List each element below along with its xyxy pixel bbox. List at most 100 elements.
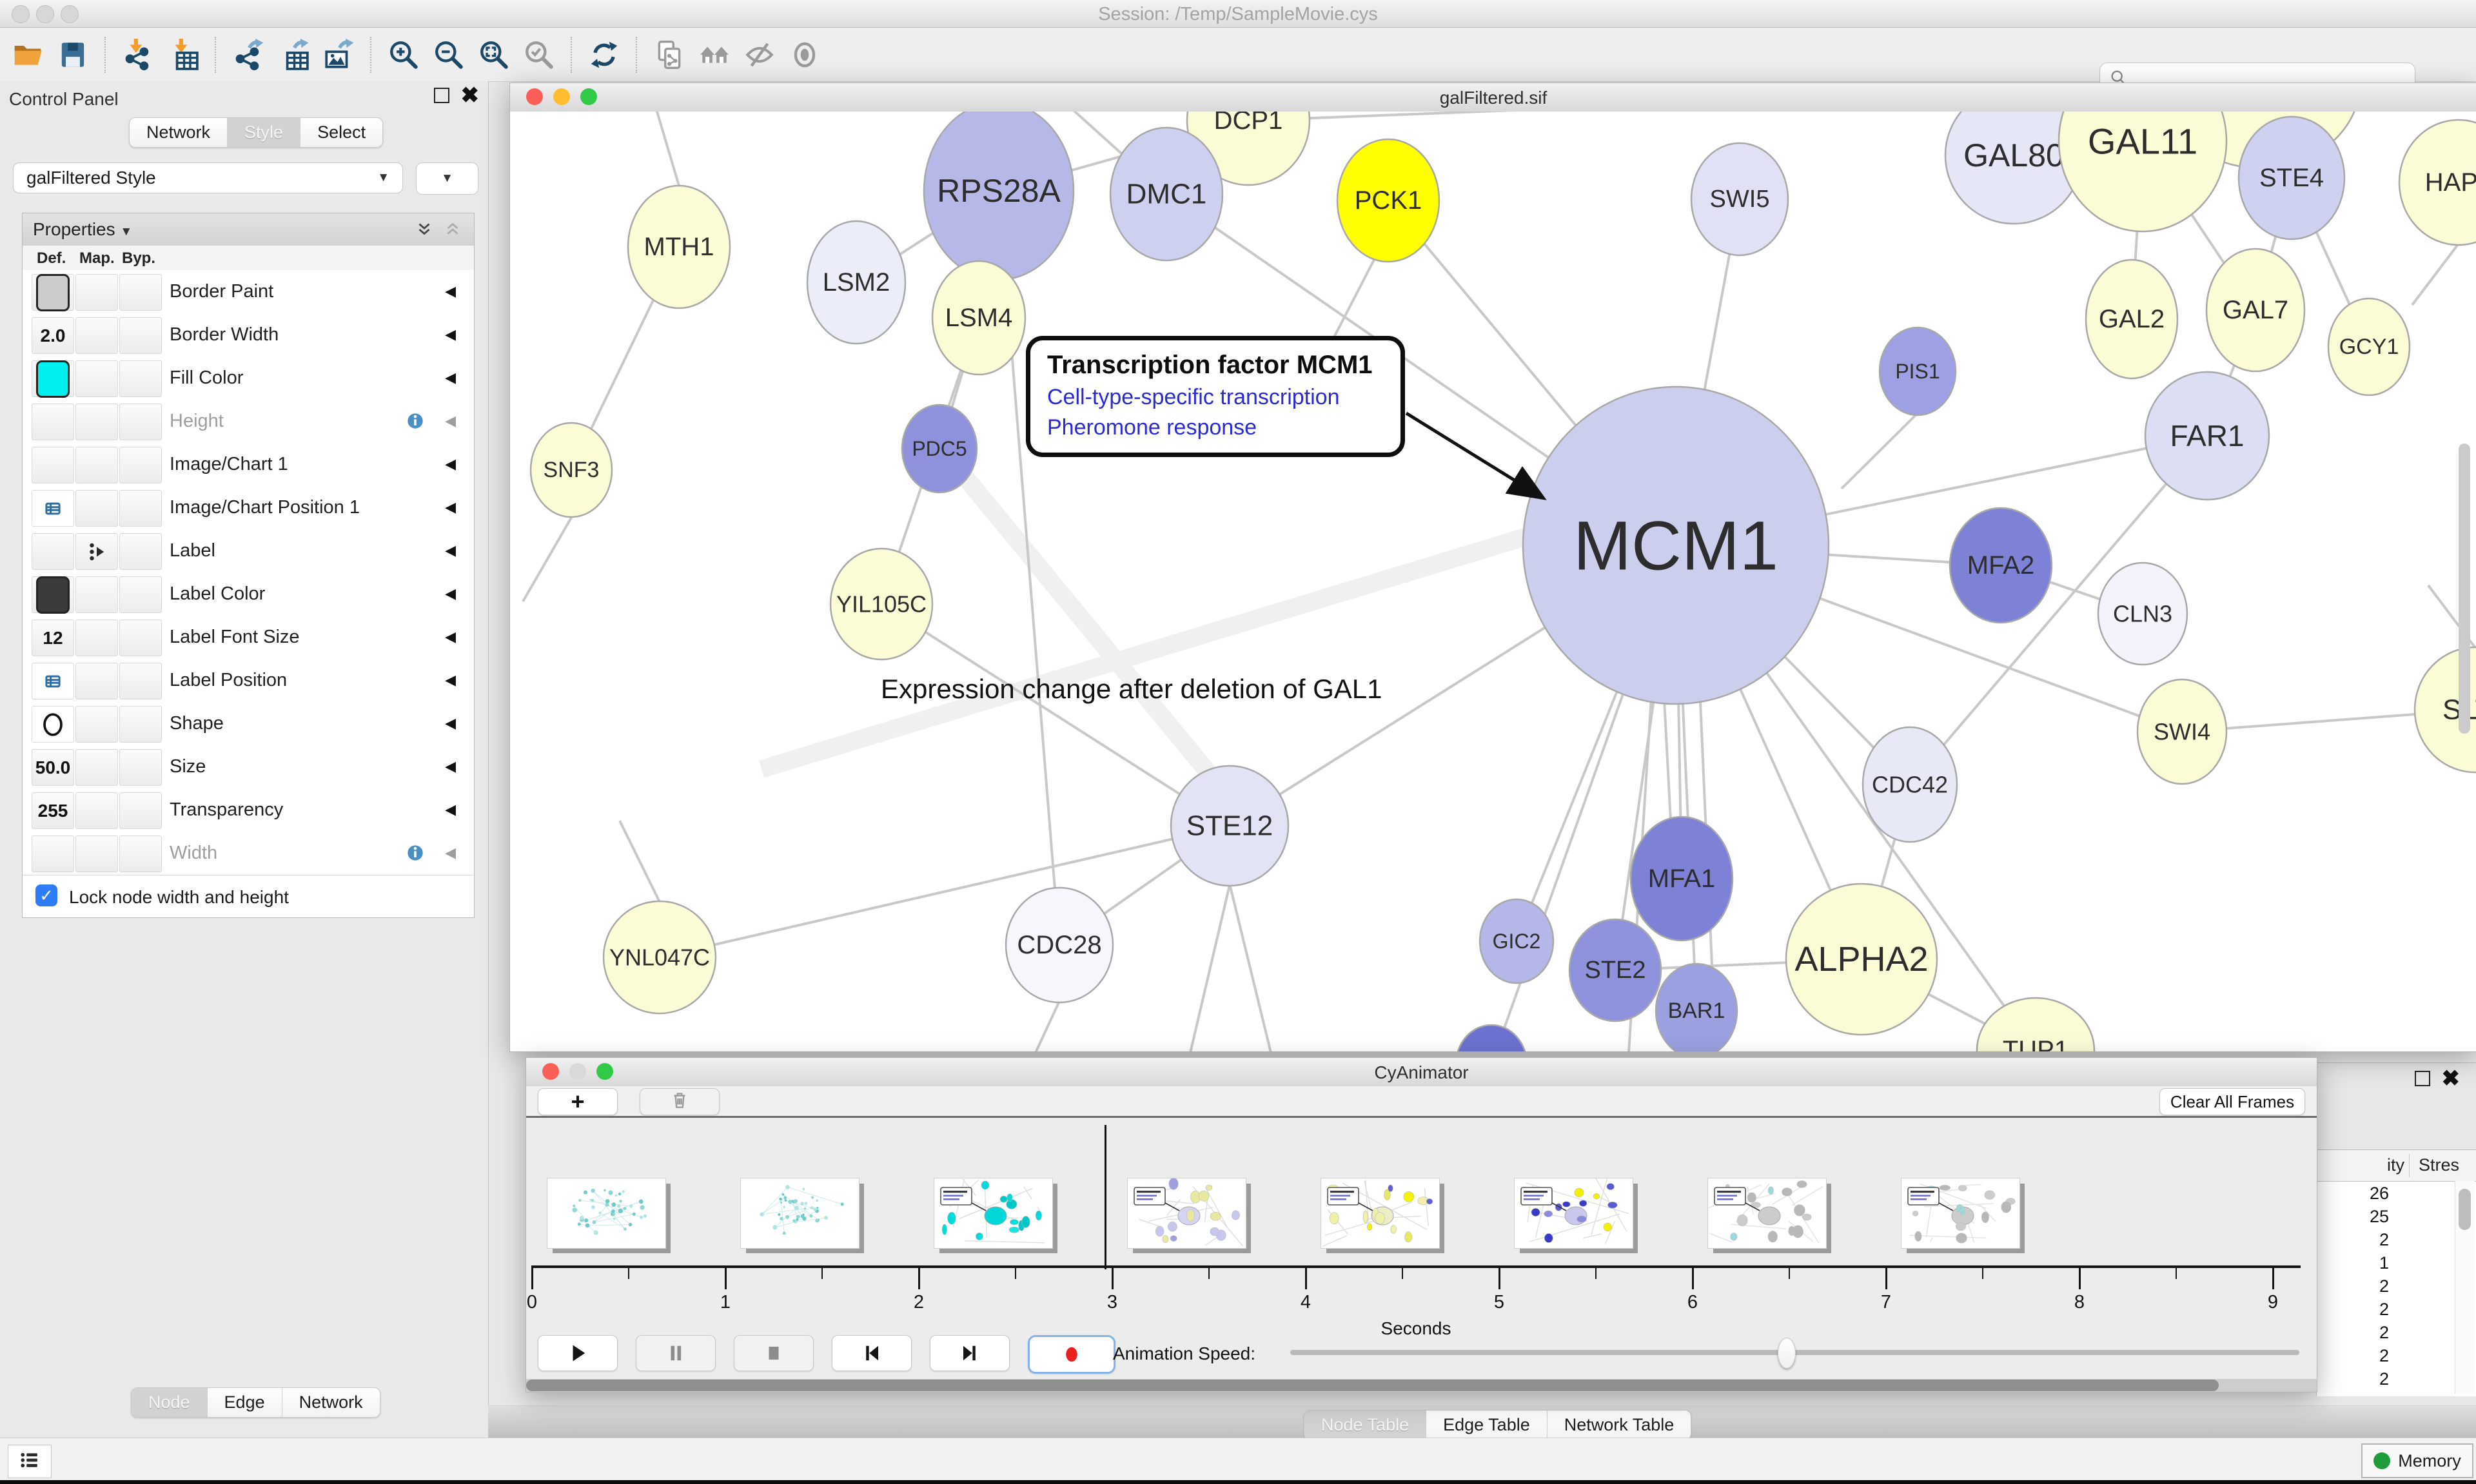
network-node-purpbot[interactable] [1456, 1025, 1527, 1051]
first-neighbors-icon[interactable] [694, 36, 734, 73]
bypass-cell[interactable] [119, 620, 162, 656]
bypass-cell[interactable] [119, 317, 162, 354]
info-icon[interactable] [404, 842, 426, 867]
tab-style[interactable]: Style [228, 118, 300, 147]
mapping-cell[interactable] [75, 663, 118, 699]
stop-button[interactable] [734, 1335, 814, 1371]
lock-size-checkbox[interactable]: ✓ [35, 884, 57, 906]
timeline-frame-4[interactable] [1321, 1178, 1440, 1249]
mapping-cell[interactable] [75, 404, 118, 440]
bypass-cell[interactable] [119, 274, 162, 311]
results-row[interactable]: 2 [2317, 1229, 2452, 1252]
default-value-cell[interactable] [32, 490, 74, 527]
annotation-link[interactable]: Pheromone response [1047, 415, 1400, 440]
network-edge[interactable] [620, 821, 660, 902]
export-network-icon[interactable] [228, 36, 268, 73]
default-value-cell[interactable] [32, 404, 74, 440]
play-button[interactable] [538, 1335, 618, 1371]
default-value-cell[interactable] [32, 360, 74, 397]
memory-button[interactable]: Memory [2361, 1443, 2473, 1478]
expand-row-icon[interactable]: ◀ [445, 629, 456, 645]
canvas-scrollbar[interactable] [2459, 444, 2470, 734]
network-edge[interactable] [1842, 413, 1918, 489]
pause-button[interactable] [636, 1335, 716, 1371]
timeline[interactable]: 0123456789 Seconds [526, 1118, 2317, 1335]
skip-to-start-button[interactable] [832, 1335, 912, 1371]
annotation-box[interactable]: Transcription factor MCM1 Cell-type-spec… [1026, 336, 1405, 457]
timeline-frame-5[interactable] [1514, 1178, 1633, 1249]
network-edge[interactable] [523, 518, 571, 601]
bypass-cell[interactable] [119, 792, 162, 829]
expand-row-icon[interactable]: ◀ [445, 715, 456, 732]
expand-row-icon[interactable]: ◀ [445, 413, 456, 429]
network-window-titlebar[interactable]: galFiltered.sif [510, 83, 2476, 112]
bypass-cell[interactable] [119, 835, 162, 872]
results-row[interactable]: 1 [2317, 1252, 2452, 1275]
task-history-button[interactable] [8, 1445, 52, 1478]
network-edge[interactable] [1230, 884, 1271, 1051]
expand-row-icon[interactable]: ◀ [445, 456, 456, 473]
zoom-out-icon[interactable] [429, 36, 469, 73]
bypass-cell[interactable] [119, 447, 162, 483]
results-row[interactable]: 2 [2317, 1275, 2452, 1298]
tab-node-table[interactable]: Node Table [1304, 1411, 1426, 1440]
default-value-cell[interactable]: 12 [32, 620, 74, 656]
expand-row-icon[interactable]: ◀ [445, 585, 456, 602]
bypass-cell[interactable] [119, 490, 162, 527]
show-all-icon[interactable] [785, 36, 825, 73]
network-canvas[interactable]: DCP1RPS28ADMC1PCK1SWI5GAL80GAL11STE4HAP2… [510, 112, 2476, 1051]
delete-frame-button[interactable] [640, 1088, 720, 1115]
default-value-cell[interactable] [32, 447, 74, 483]
expand-all-icon[interactable] [415, 220, 434, 242]
bypass-cell[interactable] [119, 533, 162, 570]
close-panel-icon[interactable]: ✖ [461, 89, 480, 102]
expand-row-icon[interactable]: ◀ [445, 283, 456, 300]
bypass-cell[interactable] [119, 576, 162, 613]
expand-row-icon[interactable]: ◀ [445, 801, 456, 818]
default-value-cell[interactable] [32, 576, 74, 613]
mapping-cell[interactable] [75, 317, 118, 354]
network-edge[interactable] [660, 826, 1230, 957]
expand-row-icon[interactable]: ◀ [445, 542, 456, 559]
expand-row-icon[interactable]: ◀ [445, 672, 456, 688]
mapping-cell[interactable] [75, 360, 118, 397]
add-frame-button[interactable]: + [538, 1088, 618, 1115]
bypass-cell[interactable] [119, 360, 162, 397]
mapping-cell[interactable] [75, 749, 118, 786]
results-row[interactable]: 26 [2317, 1182, 2452, 1206]
default-value-cell[interactable]: 50.0 [32, 749, 74, 786]
zoom-in-icon[interactable] [384, 36, 424, 73]
results-row[interactable]: 2 [2317, 1298, 2452, 1322]
timeline-frame-7[interactable] [1901, 1178, 2020, 1249]
export-table-icon[interactable] [273, 36, 313, 73]
import-network-icon[interactable] [118, 36, 158, 73]
tab-edge-table[interactable]: Edge Table [1426, 1411, 1548, 1440]
default-value-cell[interactable]: 255 [32, 792, 74, 829]
record-button[interactable] [1028, 1335, 1115, 1374]
timeline-frame-0[interactable] [547, 1178, 666, 1249]
mapping-cell[interactable] [75, 533, 118, 570]
float-panel-icon[interactable] [434, 88, 449, 103]
tab-select[interactable]: Select [300, 118, 382, 147]
expand-row-icon[interactable]: ◀ [445, 845, 456, 861]
timeline-frame-2[interactable] [934, 1178, 1053, 1249]
slider-thumb[interactable] [1778, 1338, 1796, 1369]
mapping-cell[interactable] [75, 576, 118, 613]
clone-network-icon[interactable] [649, 36, 689, 73]
clear-all-frames-button[interactable]: Clear All Frames [2159, 1088, 2305, 1115]
tab-network[interactable]: Network [282, 1388, 380, 1417]
bypass-cell[interactable] [119, 404, 162, 440]
results-row[interactable]: 2 [2317, 1345, 2452, 1368]
expand-row-icon[interactable]: ◀ [445, 499, 456, 516]
results-row[interactable]: 2 [2317, 1322, 2452, 1345]
results-scrollbar[interactable] [2455, 1181, 2475, 1394]
tab-edge[interactable]: Edge [208, 1388, 282, 1417]
mapping-cell[interactable] [75, 490, 118, 527]
tab-network[interactable]: Network [130, 118, 228, 147]
default-value-cell[interactable] [32, 533, 74, 570]
network-edge[interactable] [1190, 885, 1230, 1051]
results-row[interactable]: 2 [2317, 1368, 2452, 1391]
annotation-link[interactable]: Cell-type-specific transcription [1047, 385, 1400, 410]
default-value-cell[interactable] [32, 663, 74, 699]
properties-header[interactable]: Properties ▼ [23, 213, 474, 246]
